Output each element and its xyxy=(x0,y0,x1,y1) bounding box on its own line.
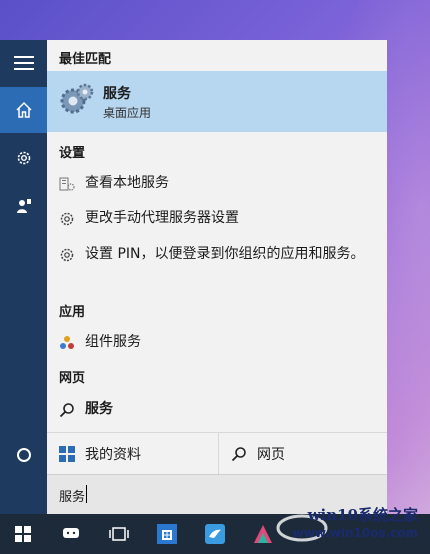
settings-button[interactable] xyxy=(0,135,47,181)
services-list-icon xyxy=(59,177,75,191)
gear-icon xyxy=(60,248,74,262)
result-component-services[interactable]: 组件服务 xyxy=(47,334,387,353)
search-scope-bar: 我的资料 网页 xyxy=(47,432,387,475)
settings-header: 设置 xyxy=(59,146,86,161)
services-gear-icon xyxy=(60,83,94,114)
text-caret xyxy=(86,485,87,503)
result-view-local-services[interactable]: 查看本地服务 xyxy=(47,175,387,194)
best-match-title: 服务 xyxy=(103,86,131,102)
gear-icon xyxy=(17,151,30,165)
bird-app-button[interactable] xyxy=(194,514,236,554)
web-search-button[interactable]: 网页 xyxy=(218,433,387,475)
result-label: 服务 xyxy=(85,401,113,417)
search-input-text[interactable]: 服务 xyxy=(59,486,85,505)
store-button[interactable] xyxy=(146,514,188,554)
search-icon xyxy=(231,447,246,462)
start-button[interactable] xyxy=(2,514,44,554)
apps-header: 应用 xyxy=(59,305,86,320)
search-results-panel: 最佳匹配 服务 桌面应用 设置 查看本地服务 更改手动代理服务器设置 设置 PI… xyxy=(47,40,387,432)
component-services-icon xyxy=(60,336,74,349)
watermark-url: www.win10os.com xyxy=(292,526,418,540)
best-match-subtitle: 桌面应用 xyxy=(103,106,152,120)
store-bag-icon xyxy=(157,524,177,544)
result-label: 设置 PIN，以便登录到你组织的应用和服务。 xyxy=(85,246,365,262)
result-label: 更改手动代理服务器设置 xyxy=(85,210,239,226)
cortana-taskbar-button[interactable] xyxy=(50,514,92,554)
gear-icon xyxy=(60,212,74,226)
home-icon xyxy=(15,101,32,118)
windows-logo-icon xyxy=(59,446,75,462)
chat-bubble-icon xyxy=(63,528,79,538)
best-match-result[interactable]: 服务 桌面应用 xyxy=(47,71,387,132)
result-label: 组件服务 xyxy=(85,334,141,350)
result-label: 查看本地服务 xyxy=(85,175,169,191)
result-web-search[interactable]: 服务 xyxy=(47,401,387,420)
hamburger-icon xyxy=(13,56,34,70)
hamburger-menu-button[interactable] xyxy=(0,40,47,86)
web-label: 网页 xyxy=(257,447,285,463)
windows-logo-icon xyxy=(15,526,31,542)
search-icon xyxy=(59,403,74,418)
site-watermark: win10系统之家 www.win10os.com xyxy=(272,504,422,550)
home-button[interactable] xyxy=(0,87,47,133)
colorful-app-icon xyxy=(254,525,272,543)
watermark-title: win10系统之家 xyxy=(307,506,418,524)
web-header: 网页 xyxy=(59,371,86,386)
my-stuff-button[interactable]: 我的资料 xyxy=(47,433,217,475)
result-change-proxy-settings[interactable]: 更改手动代理服务器设置 xyxy=(47,210,387,229)
cortana-button[interactable] xyxy=(0,432,47,478)
best-match-header: 最佳匹配 xyxy=(59,52,112,67)
bird-app-icon xyxy=(205,524,225,544)
task-view-icon xyxy=(109,527,129,541)
task-view-button[interactable] xyxy=(98,514,140,554)
my-stuff-label: 我的资料 xyxy=(85,447,141,463)
cortana-circle-icon xyxy=(16,448,31,462)
feedback-person-icon xyxy=(16,199,31,213)
result-set-pin[interactable]: 设置 PIN，以便登录到你组织的应用和服务。 xyxy=(47,246,387,265)
feedback-button[interactable] xyxy=(0,183,47,229)
